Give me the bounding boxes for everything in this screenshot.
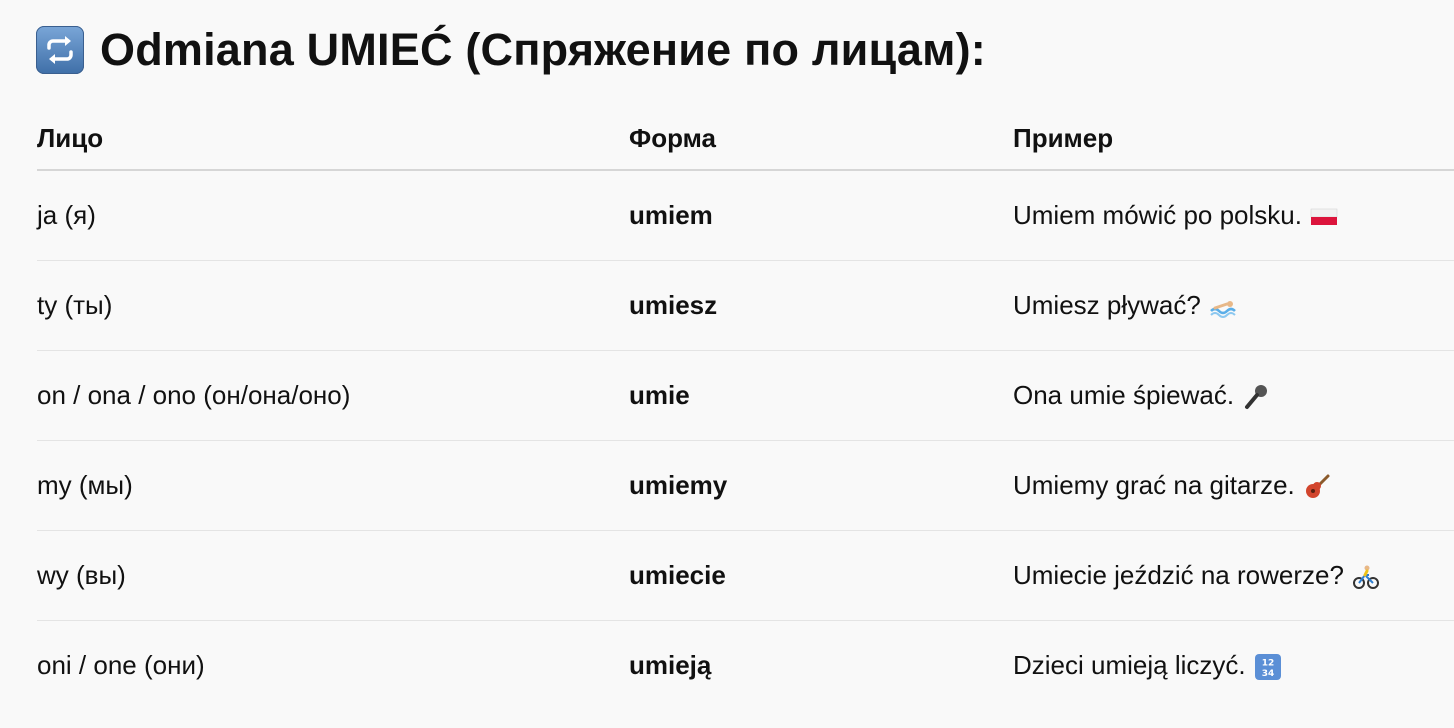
microphone-icon bbox=[1242, 383, 1270, 411]
table-header-row: Лицо Форма Пример bbox=[37, 108, 1454, 171]
person-cell: wy (вы) bbox=[37, 530, 629, 621]
conjugation-table: Лицо Форма Пример ja (я) umiem Umiem mów… bbox=[37, 108, 1454, 710]
example-cell: Ona umie śpiewać. bbox=[1013, 350, 1454, 441]
example-text: Dzieci umieją liczyć. bbox=[1013, 649, 1246, 680]
table-row: my (мы) umiemy Umiemy grać na gitarze. bbox=[37, 440, 1454, 531]
swimmer-icon bbox=[1209, 293, 1237, 321]
header-form: Форма bbox=[629, 108, 1013, 171]
table-row: ja (я) umiem Umiem mówić po polsku. bbox=[37, 170, 1454, 261]
table-row: oni / one (они) umieją Dzieci umieją lic… bbox=[37, 621, 1454, 711]
person-cell: on / ona / ono (он/она/оно) bbox=[37, 350, 629, 441]
page: Odmiana UMIEĆ (Спряжение по лицам): Лицо… bbox=[0, 0, 1454, 728]
example-cell: Dzieci umieją liczyć. 12 34 bbox=[1013, 621, 1454, 711]
form-cell: umiemy bbox=[629, 440, 1013, 531]
table-row: on / ona / ono (он/она/оно) umie Ona umi… bbox=[37, 350, 1454, 441]
table-row: ty (ты) umiesz Umiesz pływać? bbox=[37, 260, 1454, 351]
repeat-arrows-icon bbox=[36, 26, 84, 74]
person-cell: ty (ты) bbox=[37, 260, 629, 351]
form-cell: umiesz bbox=[629, 260, 1013, 351]
person-cell: oni / one (они) bbox=[37, 650, 205, 680]
header-example: Пример bbox=[1013, 108, 1454, 171]
numbers-1234-icon: 12 34 bbox=[1254, 653, 1282, 681]
form-cell: umie bbox=[629, 350, 1013, 441]
svg-text:12: 12 bbox=[1261, 659, 1274, 669]
example-text: Umiem mówić po polsku. bbox=[1013, 199, 1302, 230]
form-cell: umieją bbox=[629, 650, 712, 680]
page-title: Odmiana UMIEĆ (Спряжение по лицам): bbox=[36, 22, 986, 78]
guitar-icon bbox=[1303, 473, 1331, 501]
form-cell: umiem bbox=[629, 170, 1013, 261]
form-cell: umiecie bbox=[629, 530, 1013, 621]
page-title-text: Odmiana UMIEĆ (Спряжение по лицам): bbox=[100, 24, 986, 75]
example-cell: Umiecie jeździć na rowerze? bbox=[1013, 530, 1454, 621]
example-cell: Umiemy grać na gitarze. bbox=[1013, 440, 1454, 531]
example-text: Umiesz pływać? bbox=[1013, 289, 1201, 320]
svg-text:34: 34 bbox=[1261, 669, 1274, 679]
example-cell: Umiem mówić po polsku. bbox=[1013, 170, 1454, 261]
cyclist-icon bbox=[1352, 563, 1380, 591]
example-text: Umiemy grać na gitarze. bbox=[1013, 469, 1295, 500]
example-text: Umiecie jeździć na rowerze? bbox=[1013, 559, 1344, 590]
polish-flag-icon bbox=[1310, 203, 1338, 231]
example-text: Ona umie śpiewać. bbox=[1013, 379, 1235, 410]
person-cell: my (мы) bbox=[37, 440, 629, 531]
table-row: wy (вы) umiecie Umiecie jeździć na rower… bbox=[37, 530, 1454, 621]
header-person: Лицо bbox=[37, 108, 629, 171]
person-cell: ja (я) bbox=[37, 170, 629, 261]
example-cell: Umiesz pływać? bbox=[1013, 260, 1454, 351]
